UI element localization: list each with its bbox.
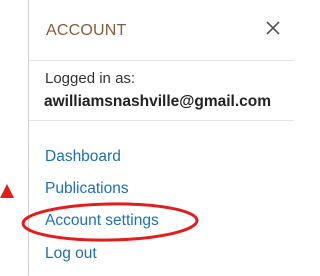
menu-link-log-out[interactable]: Log out (45, 245, 97, 263)
red-arrow-annotation (0, 184, 14, 198)
panel-title: ACCOUNT (46, 22, 127, 39)
panel-header: ACCOUNT (29, 0, 294, 61)
user-info: Logged in as: awilliamsnashville@gmail.c… (29, 61, 294, 121)
menu-link-account-settings[interactable]: Account settings (45, 212, 159, 230)
close-button[interactable] (262, 17, 284, 39)
close-icon (266, 21, 280, 35)
logged-in-label: Logged in as: (45, 70, 136, 87)
menu-link-publications[interactable]: Publications (45, 180, 129, 198)
menu-link-dashboard[interactable]: Dashboard (45, 148, 121, 166)
user-email: awilliamsnashville@gmail.com (44, 93, 272, 110)
account-dropdown-panel: ACCOUNT Logged in as: awilliamsnashville… (28, 0, 294, 276)
